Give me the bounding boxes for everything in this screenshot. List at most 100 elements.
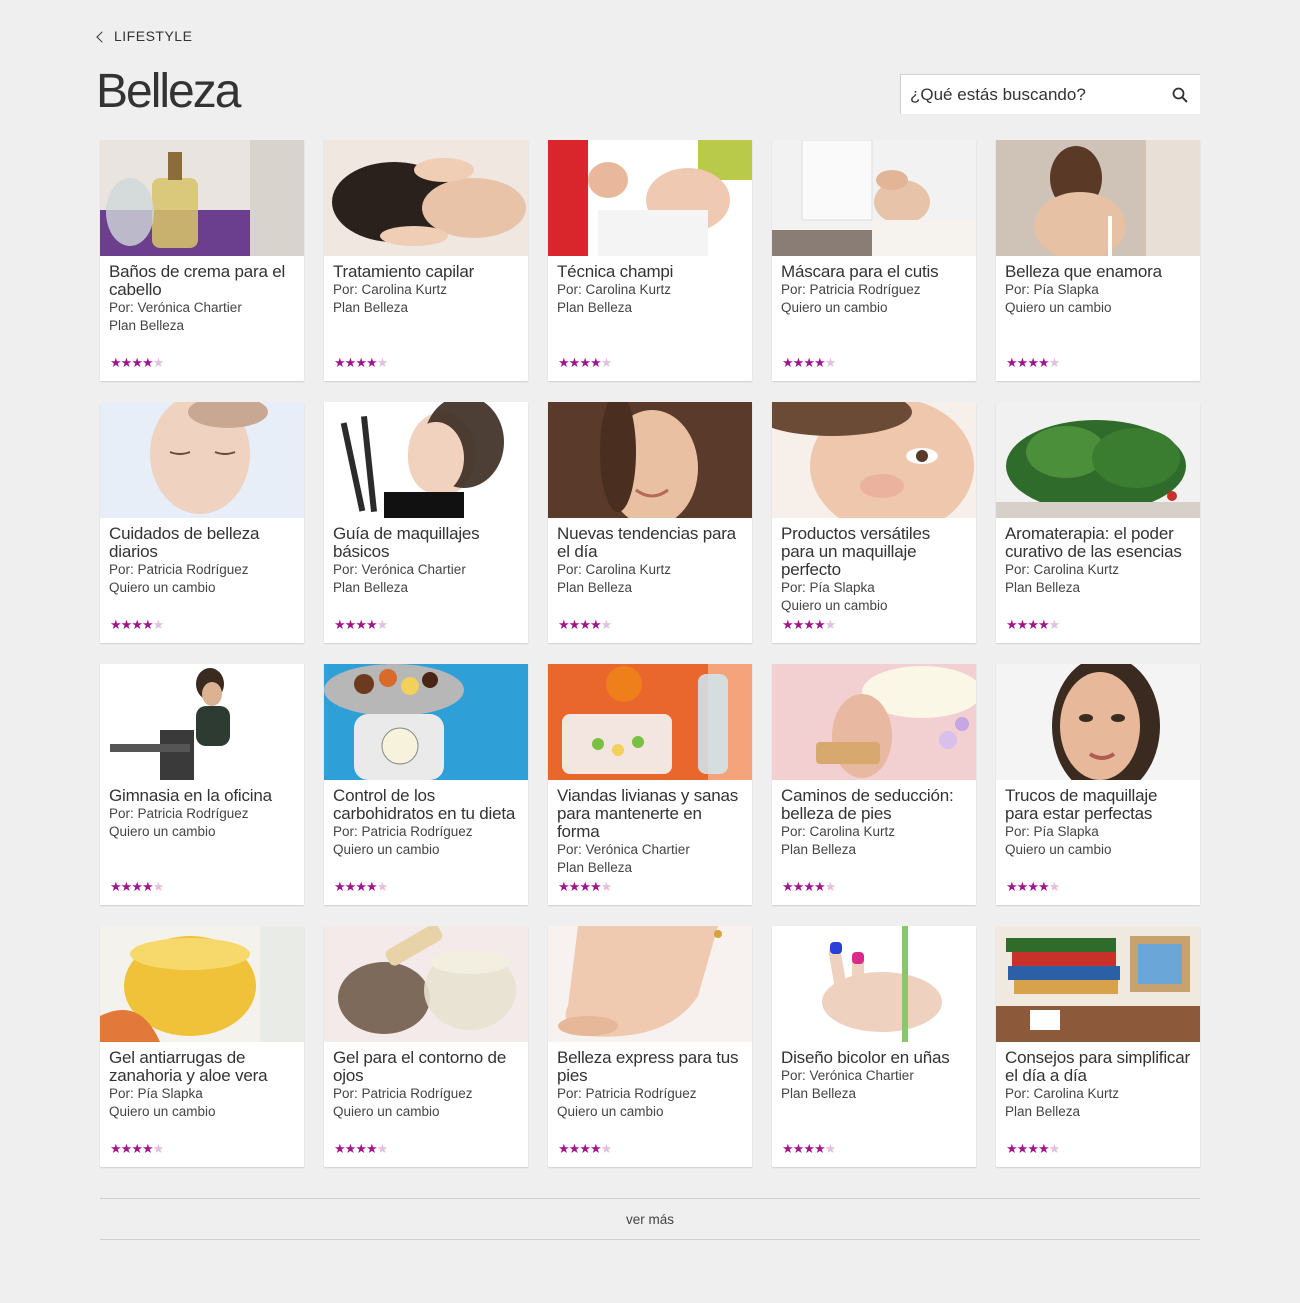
article-card[interactable]: Belleza que enamora Por: Pía Slapka Quiero… (996, 140, 1200, 381)
article-title[interactable]: Control de los carbohidratos en tu dieta (333, 787, 519, 823)
article-title[interactable]: Guía de maquillajes básicos (333, 525, 519, 561)
star-icon: ★ (334, 617, 346, 632)
article-title[interactable]: Tratamiento capilar (333, 263, 519, 281)
article-title[interactable]: Diseño bicolor en uñas (781, 1049, 967, 1067)
article-thumbnail[interactable] (996, 926, 1200, 1042)
article-thumbnail[interactable] (324, 140, 528, 256)
article-card[interactable]: Viandas livianas y sanas para mantenerte… (548, 664, 752, 905)
star-rating: ★★★★★ (1006, 618, 1060, 632)
star-icon: ★ (1037, 879, 1050, 894)
article-plan: Quiero un cambio (1005, 300, 1112, 315)
article-thumbnail[interactable] (100, 402, 304, 518)
article-thumbnail[interactable] (548, 926, 752, 1042)
article-thumbnail[interactable] (548, 140, 752, 256)
star-icon: ★ (152, 1141, 165, 1156)
article-card[interactable]: Gel para el contorno de ojos Por: Patrici… (324, 926, 528, 1167)
star-icon: ★ (344, 355, 357, 370)
article-card[interactable]: Trucos de maquillaje para estar perfecta… (996, 664, 1200, 905)
article-plan: Quiero un cambio (333, 842, 440, 857)
star-icon: ★ (120, 617, 133, 632)
article-title[interactable]: Belleza que enamora (1005, 263, 1191, 281)
article-card[interactable]: Gimnasia en la oficina Por: Patricia Rodr… (100, 664, 304, 905)
article-card[interactable]: Guía de maquillajes básicos Por: Verónica… (324, 402, 528, 643)
search-icon[interactable] (1160, 75, 1200, 115)
star-rating: ★★★★★ (334, 879, 389, 894)
star-icon: ★ (152, 355, 165, 370)
article-thumbnail[interactable] (548, 402, 752, 518)
article-card[interactable]: Técnica champi Por: Carolina Kurtz Plan Be… (548, 140, 752, 381)
article-title[interactable]: Trucos de maquillaje para estar perfecta… (1005, 787, 1191, 823)
article-plan: Plan Belleza (781, 1086, 857, 1101)
article-author: Por: Carolina Kurtz (1005, 1086, 1120, 1101)
article-plan: Quiero un cambio (781, 300, 888, 315)
article-card[interactable]: Baños de crema para el cabello Por: Verón… (100, 140, 304, 381)
article-thumbnail[interactable] (100, 140, 304, 256)
article-card[interactable]: Aromaterapia: el poder curativo de las e… (996, 402, 1200, 643)
article-card[interactable]: Gel antiarrugas de zanahoria y aloe vera… (100, 926, 304, 1167)
article-title[interactable]: Productos versátiles para un maquillaje … (781, 525, 967, 579)
article-title[interactable]: Gel para el contorno de ojos (333, 1049, 519, 1085)
article-title[interactable]: Caminos de seducción: belleza de pies (781, 787, 967, 823)
search-input[interactable] (901, 75, 1160, 114)
star-icon: ★ (141, 617, 154, 632)
article-plan: Quiero un cambio (109, 580, 216, 595)
star-icon: ★ (589, 1141, 602, 1156)
article-thumbnail[interactable] (996, 402, 1200, 518)
article-card[interactable]: Caminos de seducción: belleza de pies Por… (772, 664, 976, 905)
article-title[interactable]: Máscara para el cutis (781, 263, 967, 281)
star-icon: ★ (782, 879, 794, 894)
article-title[interactable]: Gel antiarrugas de zanahoria y aloe vera (109, 1049, 295, 1085)
back-link[interactable]: LIFESTYLE (96, 28, 192, 44)
star-icon: ★ (803, 879, 815, 894)
star-icon: ★ (1006, 1141, 1018, 1156)
star-icon: ★ (131, 879, 143, 894)
article-thumbnail[interactable] (996, 664, 1200, 780)
article-plan: Plan Belleza (1005, 580, 1081, 595)
article-thumbnail[interactable] (772, 402, 976, 518)
star-icon: ★ (1027, 355, 1039, 370)
article-thumbnail[interactable] (772, 926, 976, 1042)
star-rating: ★★★★★ (1006, 1141, 1060, 1156)
see-more-button[interactable]: ver más (100, 1198, 1200, 1240)
article-thumbnail[interactable] (100, 926, 304, 1042)
article-card[interactable]: Tratamiento capilar Por: Carolina Kurtz Pl… (324, 140, 528, 381)
article-title[interactable]: Aromaterapia: el poder curativo de las e… (1005, 525, 1191, 561)
article-thumbnail[interactable] (324, 926, 528, 1042)
star-rating: ★★★★★ (110, 1141, 165, 1156)
article-thumbnail[interactable] (996, 140, 1200, 256)
article-card[interactable]: Máscara para el cutis Por: Patricia Rodrí… (772, 140, 976, 381)
article-card[interactable]: Consejos para simplificar el día a día Po… (996, 926, 1200, 1167)
article-plan: Plan Belleza (557, 860, 633, 875)
article-title[interactable]: Gimnasia en la oficina (109, 787, 295, 805)
article-thumbnail[interactable] (772, 140, 976, 256)
star-icon: ★ (824, 617, 837, 632)
article-thumbnail[interactable] (324, 664, 528, 780)
article-card[interactable]: Nuevas tendencias para el día Por: Caroli… (548, 402, 752, 643)
article-thumbnail[interactable] (324, 402, 528, 518)
star-icon: ★ (334, 1141, 346, 1156)
article-title[interactable]: Consejos para simplificar el día a día (1005, 1049, 1191, 1085)
article-title[interactable]: Cuidados de belleza diarios (109, 525, 295, 561)
article-title[interactable]: Baños de crema para el cabello (109, 263, 295, 299)
star-icon: ★ (120, 1141, 133, 1156)
article-card[interactable]: Productos versátiles para un maquillaje … (772, 402, 976, 643)
star-icon: ★ (365, 355, 378, 370)
article-card[interactable]: Diseño bicolor en uñas Por: Verónica Char… (772, 926, 976, 1167)
article-grid: Baños de crema para el cabello Por: Verón… (100, 140, 1200, 1167)
article-card[interactable]: Cuidados de belleza diarios Por: Patricia… (100, 402, 304, 643)
article-title[interactable]: Viandas livianas y sanas para mantenerte… (557, 787, 743, 841)
article-thumbnail[interactable] (100, 664, 304, 780)
article-thumbnail[interactable] (548, 664, 752, 780)
article-thumbnail[interactable] (772, 664, 976, 780)
article-author: Por: Verónica Chartier (557, 842, 690, 857)
article-title[interactable]: Belleza express para tus pies (557, 1049, 743, 1085)
star-rating: ★★★★★ (1006, 879, 1060, 894)
article-card[interactable]: Belleza express para tus pies Por: Patric… (548, 926, 752, 1167)
article-author: Por: Pía Slapka (781, 580, 875, 595)
article-title[interactable]: Nuevas tendencias para el día (557, 525, 743, 561)
article-card[interactable]: Control de los carbohidratos en tu dieta… (324, 664, 528, 905)
article-title[interactable]: Técnica champi (557, 263, 743, 281)
star-icon: ★ (344, 879, 357, 894)
star-icon: ★ (376, 879, 389, 894)
article-plan: Plan Belleza (1005, 1104, 1081, 1119)
